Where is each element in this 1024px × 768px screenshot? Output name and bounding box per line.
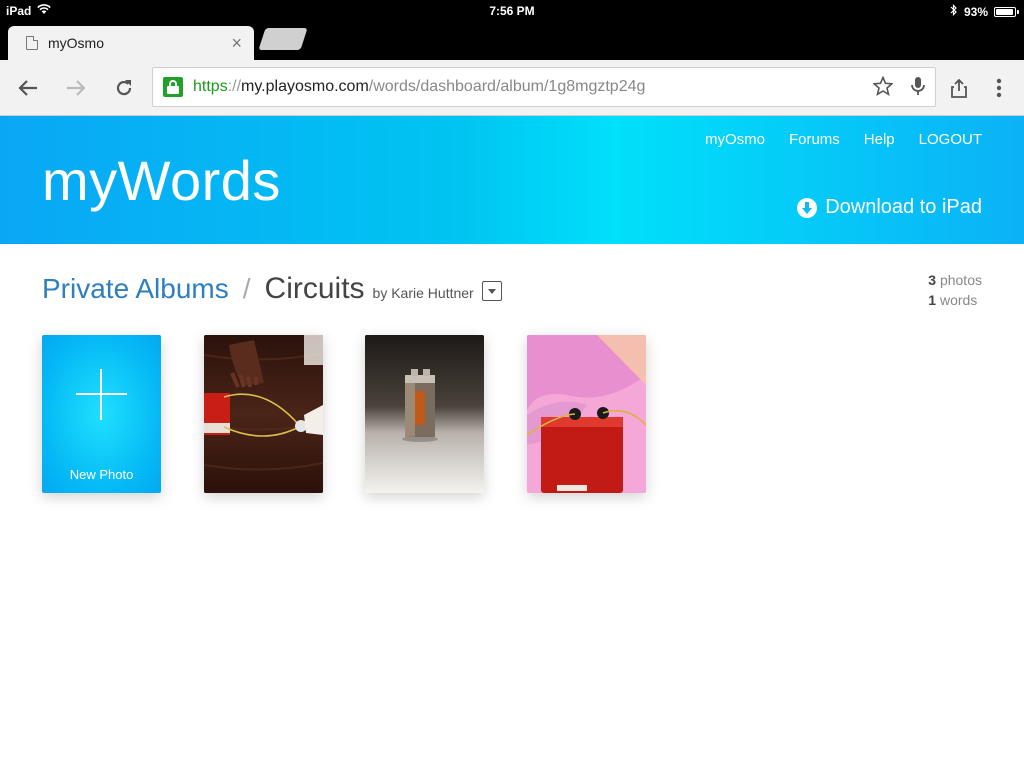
page-icon bbox=[26, 36, 38, 50]
forward-arrow-icon bbox=[67, 80, 86, 96]
new-tab-button[interactable] bbox=[258, 28, 308, 50]
nav-forums[interactable]: Forums bbox=[789, 131, 840, 148]
omnibox-actions bbox=[872, 75, 925, 102]
browser-tab-strip: myOsmo × bbox=[0, 22, 1024, 60]
photos-label: photos bbox=[939, 272, 982, 288]
reload-icon bbox=[116, 80, 132, 96]
battery-fill bbox=[996, 8, 1013, 15]
breadcrumb: Private Albums / Circuits by Karie Huttn… bbox=[42, 272, 502, 306]
microphone-icon[interactable] bbox=[911, 76, 925, 102]
words-label: words bbox=[939, 292, 978, 308]
photo-thumbnail[interactable] bbox=[204, 335, 323, 493]
new-photo-card[interactable]: New Photo bbox=[42, 335, 161, 493]
url-host: my.playosmo.com bbox=[241, 78, 369, 95]
url-scheme: https bbox=[193, 78, 228, 95]
album-stats: 3 photos 1 words bbox=[928, 270, 982, 310]
browser-tab[interactable]: myOsmo × bbox=[8, 26, 254, 60]
secure-lock-icon[interactable] bbox=[163, 77, 183, 97]
breadcrumb-separator: / bbox=[242, 273, 251, 304]
url-text[interactable]: https://my.playosmo.com/words/dashboard/… bbox=[193, 78, 645, 96]
words-stat: 1 words bbox=[928, 290, 982, 310]
address-bar[interactable]: https://my.playosmo.com/words/dashboard/… bbox=[152, 67, 936, 107]
back-button[interactable] bbox=[14, 74, 42, 102]
download-icon bbox=[797, 197, 818, 218]
nav-logout[interactable]: LOGOUT bbox=[919, 131, 982, 148]
browser-toolbar: https://my.playosmo.com/words/dashboard/… bbox=[0, 60, 1024, 116]
battery-icon bbox=[994, 6, 1019, 17]
photo-thumbnail[interactable] bbox=[527, 335, 646, 493]
share-button[interactable] bbox=[945, 74, 973, 102]
battery-photo-image bbox=[365, 335, 484, 493]
url-path: /words/dashboard/album/1g8mgztp24g bbox=[368, 78, 646, 95]
nav-myosmo[interactable]: myOsmo bbox=[705, 131, 765, 148]
download-label: Download to iPad bbox=[825, 196, 982, 218]
photo-thumbnail[interactable] bbox=[365, 335, 484, 493]
back-arrow-icon bbox=[18, 80, 37, 96]
album-owner: by Karie Huttner bbox=[372, 285, 474, 301]
words-count: 1 bbox=[928, 292, 937, 308]
close-tab-icon[interactable]: × bbox=[231, 33, 242, 54]
top-nav: myOsmo Forums Help LOGOUT bbox=[705, 131, 982, 148]
bookmark-star-icon[interactable] bbox=[872, 75, 894, 102]
album-title: Circuits bbox=[264, 272, 365, 305]
reload-button[interactable] bbox=[110, 74, 138, 102]
ios-status-bar: iPad 7:56 PM 93% bbox=[0, 0, 1024, 22]
photos-count: 3 bbox=[928, 272, 937, 288]
download-to-ipad-link[interactable]: Download to iPad bbox=[797, 196, 982, 219]
album-options-dropdown[interactable] bbox=[481, 281, 502, 301]
share-icon bbox=[951, 78, 967, 98]
pink-circuit-photo-image bbox=[527, 335, 646, 493]
circuit-photo-image bbox=[204, 335, 323, 493]
status-time: 7:56 PM bbox=[489, 4, 535, 18]
tab-title: myOsmo bbox=[48, 35, 104, 51]
site-logo[interactable]: myWords bbox=[42, 148, 281, 213]
forward-button[interactable] bbox=[62, 74, 90, 102]
site-header: myWords myOsmo Forums Help LOGOUT Downlo… bbox=[0, 116, 1024, 244]
menu-button[interactable] bbox=[985, 74, 1013, 102]
photos-stat: 3 photos bbox=[928, 270, 982, 290]
nav-help[interactable]: Help bbox=[864, 131, 895, 148]
bluetooth-icon bbox=[950, 4, 958, 19]
status-right: 93% bbox=[950, 4, 1019, 19]
battery-percent: 93% bbox=[963, 4, 988, 19]
url-separator: :// bbox=[227, 78, 242, 95]
new-photo-label: New Photo bbox=[69, 467, 134, 482]
overflow-menu-icon bbox=[996, 78, 1002, 98]
breadcrumb-private-albums[interactable]: Private Albums bbox=[42, 273, 229, 305]
